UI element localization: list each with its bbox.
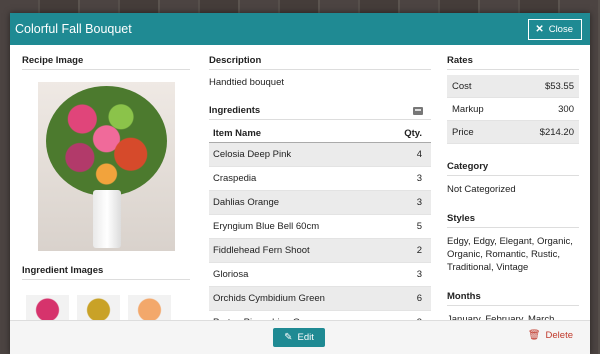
description-title: Description — [209, 55, 431, 70]
description-text: Handtied bouquet — [209, 77, 285, 88]
ingredient-qty: 3 — [391, 166, 431, 191]
rate-value: $214.20 — [539, 126, 574, 138]
ingredient-name: Eryngium Blue Bell 60cm — [209, 214, 391, 239]
months-title: Months — [447, 291, 579, 306]
ingredient-qty: 2 — [391, 238, 431, 263]
ingredient-qty: 5 — [391, 214, 431, 239]
trash-icon: 🗑 — [527, 330, 541, 341]
recipe-image-title: Recipe Image — [22, 55, 190, 70]
edit-label: Edit — [297, 332, 314, 343]
styles-title: Styles — [447, 213, 579, 228]
ingredient-name: Orchids Cymbidium Green — [209, 286, 391, 311]
col-qty: Qty. — [391, 125, 431, 143]
modal-title: Colorful Fall Bouquet — [15, 22, 132, 36]
rate-row-cost: Cost $53.55 — [447, 75, 579, 98]
rates-table: Cost $53.55 Markup 300 Price $214.20 — [447, 75, 579, 144]
table-row: Dahlias Orange 3 — [209, 190, 431, 215]
recipe-image — [38, 82, 175, 251]
rates-column: Rates Cost $53.55 Markup 300 Price $214.… — [447, 55, 579, 339]
ingredient-qty: 3 — [391, 262, 431, 287]
table-row: Fiddlehead Fern Shoot 2 — [209, 238, 431, 263]
rate-row-price: Price $214.20 — [447, 121, 579, 144]
ingredients-table-header: Item Name Qty. — [209, 125, 431, 143]
ingredient-name: Craspedia — [209, 166, 391, 191]
ingredient-name: Dahlias Orange — [209, 190, 391, 215]
bouquet-stems — [93, 190, 121, 248]
rate-label: Cost — [452, 80, 472, 92]
col-item-name: Item Name — [209, 125, 391, 143]
image-column: Recipe Image Ingredient Images — [22, 55, 190, 325]
details-column: Description Handtied bouquet Ingredients… — [209, 55, 431, 335]
ingredient-qty: 6 — [391, 286, 431, 311]
pencil-icon: ✎ — [284, 332, 293, 343]
rate-label: Price — [452, 126, 474, 138]
close-label: Close — [548, 23, 573, 35]
ingredient-qty: 4 — [391, 142, 431, 167]
close-icon: ✕ — [535, 23, 544, 35]
table-row: Celosia Deep Pink 4 — [209, 142, 431, 167]
edit-button[interactable]: ✎ Edit — [273, 328, 325, 347]
modal-footer: ✎ Edit 🗑 Delete — [10, 320, 590, 354]
ingredient-qty: 3 — [391, 190, 431, 215]
close-button[interactable]: ✕ Close — [528, 18, 582, 40]
ingredient-name: Fiddlehead Fern Shoot — [209, 238, 391, 263]
styles-text: Edgy, Edgy, Elegant, Organic, Organic, R… — [447, 236, 573, 273]
bouquet-flowers — [46, 86, 167, 196]
ingredients-header: Ingredients — [209, 105, 431, 120]
rate-value: $53.55 — [544, 80, 574, 92]
ingredient-name: Gloriosa — [209, 262, 391, 287]
modal-header: Colorful Fall Bouquet ✕ Close — [10, 13, 590, 45]
print-icon[interactable] — [413, 106, 423, 115]
ingredient-images-title: Ingredient Images — [22, 265, 190, 280]
category-text: Not Categorized — [447, 184, 516, 195]
delete-button[interactable]: 🗑 Delete — [528, 330, 573, 341]
rate-value: 300 — [558, 103, 574, 115]
category-title: Category — [447, 161, 579, 176]
modal-body: Recipe Image Ingredient Images Descripti… — [10, 45, 590, 354]
rate-label: Markup — [452, 103, 484, 115]
rate-row-markup: Markup 300 — [447, 98, 579, 121]
delete-label: Delete — [545, 330, 573, 341]
ingredients-table: Item Name Qty. Celosia Deep Pink 4 Crasp… — [209, 125, 431, 335]
ingredients-title: Ingredients — [209, 105, 261, 116]
table-row: Orchids Cymbidium Green 6 — [209, 286, 431, 311]
rates-title: Rates — [447, 55, 579, 70]
table-row: Craspedia 3 — [209, 166, 431, 191]
table-row: Gloriosa 3 — [209, 262, 431, 287]
ingredient-name: Celosia Deep Pink — [209, 142, 391, 167]
recipe-modal: Colorful Fall Bouquet ✕ Close Recipe Ima… — [10, 13, 590, 354]
table-row: Eryngium Blue Bell 60cm 5 — [209, 214, 431, 239]
